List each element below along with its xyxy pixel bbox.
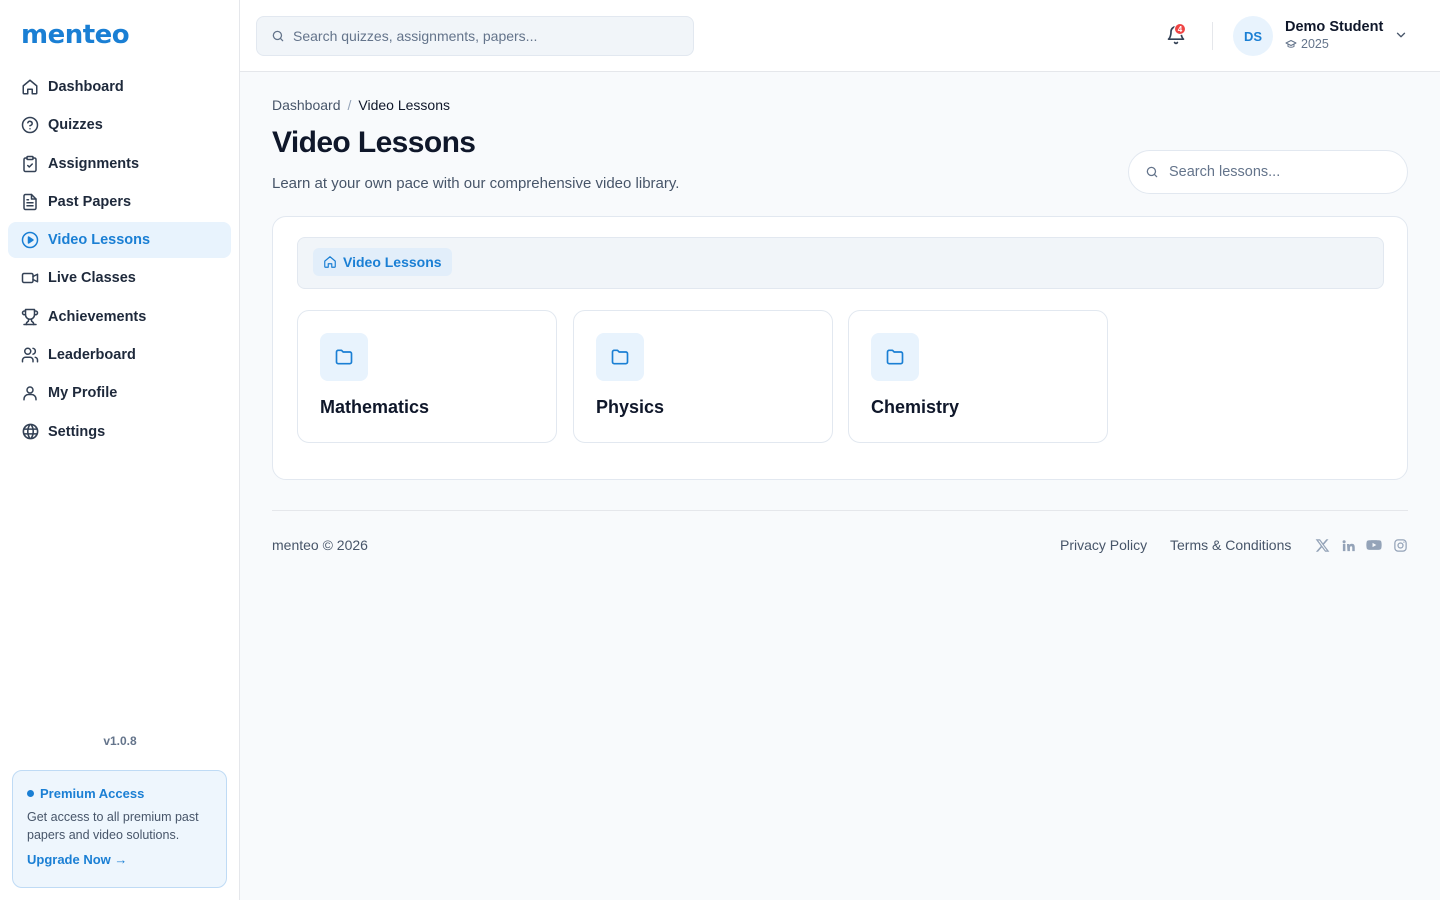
- sidebar-item-my-profile[interactable]: My Profile: [8, 375, 231, 411]
- notification-badge: 4: [1174, 23, 1186, 35]
- sidebar-item-label: Settings: [48, 423, 106, 440]
- sidebar-item-label: Past Papers: [48, 193, 132, 210]
- sidebar-item-label: Leaderboard: [48, 347, 136, 364]
- folder-icon: [871, 333, 919, 381]
- sidebar-item-label: Assignments: [48, 155, 140, 172]
- graduation-cap-icon: [1285, 38, 1297, 50]
- folder-root-chip[interactable]: Video Lessons: [313, 248, 452, 276]
- sidebar-nav: Dashboard Quizzes Assignments Past Paper…: [8, 69, 231, 452]
- lessons-panel: Video Lessons Mathematics Physics Chemis…: [272, 216, 1408, 480]
- user-menu-toggle[interactable]: [1394, 28, 1408, 42]
- topbar: 4 DS Demo Student 2025: [240, 0, 1440, 72]
- upgrade-now-link[interactable]: Upgrade Now →: [27, 852, 212, 867]
- sidebar-item-quizzes[interactable]: Quizzes: [8, 107, 231, 143]
- global-search-input[interactable]: [293, 28, 673, 44]
- play-circle-icon: [20, 230, 40, 250]
- chevron-down-icon: [1394, 28, 1408, 42]
- instagram-icon[interactable]: [1392, 537, 1408, 553]
- breadcrumb-current: Video Lessons: [358, 97, 450, 113]
- sidebar-item-label: Video Lessons: [48, 232, 151, 249]
- global-search[interactable]: [256, 16, 694, 56]
- clipboard-check-icon: [20, 154, 40, 174]
- premium-card: Premium Access Get access to all premium…: [12, 770, 227, 888]
- sidebar-item-achievements[interactable]: Achievements: [8, 299, 231, 335]
- premium-title: Premium Access: [27, 786, 212, 801]
- sidebar-item-label: Dashboard: [48, 79, 124, 95]
- lesson-search-input[interactable]: [1169, 164, 1389, 180]
- trophy-icon: [20, 307, 40, 327]
- subject-name: Chemistry: [871, 397, 960, 417]
- subject-card-mathematics[interactable]: Mathematics: [297, 310, 557, 443]
- user-name[interactable]: Demo Student: [1285, 19, 1383, 35]
- privacy-policy-link[interactable]: Privacy Policy: [1060, 537, 1147, 553]
- notifications-button[interactable]: 4: [1166, 23, 1188, 47]
- sidebar-item-label: Achievements: [48, 308, 147, 325]
- globe-icon: [20, 422, 40, 442]
- video-camera-icon: [20, 268, 40, 288]
- home-icon: [323, 255, 337, 269]
- subject-card-physics[interactable]: Physics: [573, 310, 833, 443]
- page-subtitle: Learn at your own pace with our comprehe…: [272, 175, 680, 192]
- sidebar-item-label: Quizzes: [48, 117, 103, 134]
- premium-title-text: Premium Access: [40, 786, 145, 801]
- topbar-divider: [1212, 22, 1213, 50]
- folder-breadcrumb-bar: Video Lessons: [297, 237, 1384, 289]
- sidebar-item-past-papers[interactable]: Past Papers: [8, 184, 231, 220]
- sidebar-item-settings[interactable]: Settings: [8, 414, 231, 450]
- youtube-icon[interactable]: [1366, 537, 1382, 553]
- footer-divider: [272, 510, 1408, 511]
- page-title: Video Lessons: [272, 126, 476, 159]
- sidebar-item-video-lessons[interactable]: Video Lessons: [8, 222, 231, 259]
- sidebar-item-label: My Profile: [48, 385, 118, 402]
- users-icon: [20, 345, 40, 365]
- folder-root-label: Video Lessons: [343, 254, 442, 270]
- file-text-icon: [20, 192, 40, 212]
- sidebar-item-assignments[interactable]: Assignments: [8, 146, 231, 182]
- breadcrumb-separator: /: [347, 97, 352, 113]
- terms-conditions-link[interactable]: Terms & Conditions: [1170, 537, 1291, 553]
- sidebar-item-label: Live Classes: [48, 270, 136, 287]
- sidebar: menteo Dashboard Quizzes Assignments Pas…: [0, 0, 240, 900]
- x-icon[interactable]: [1314, 537, 1330, 553]
- sidebar-item-live-classes[interactable]: Live Classes: [8, 260, 231, 296]
- footer-copyright: menteo © 2026: [272, 537, 368, 553]
- help-circle-icon: [20, 115, 40, 135]
- linkedin-icon[interactable]: [1340, 537, 1356, 553]
- home-icon: [20, 77, 40, 97]
- premium-dot-icon: [27, 790, 34, 797]
- app-version: v1.0.8: [103, 734, 137, 748]
- user-icon: [20, 383, 40, 403]
- avatar[interactable]: DS: [1233, 16, 1273, 56]
- breadcrumb-dashboard[interactable]: Dashboard: [272, 97, 341, 113]
- user-year-text: 2025: [1301, 37, 1329, 51]
- sidebar-item-dashboard[interactable]: Dashboard: [8, 69, 231, 105]
- subject-name: Physics: [596, 397, 665, 417]
- breadcrumb: Dashboard / Video Lessons: [272, 97, 450, 113]
- subject-name: Mathematics: [320, 397, 430, 417]
- folder-icon: [596, 333, 644, 381]
- subject-card-chemistry[interactable]: Chemistry: [848, 310, 1108, 443]
- user-year: 2025: [1285, 37, 1329, 51]
- folder-icon: [320, 333, 368, 381]
- lesson-search[interactable]: [1128, 150, 1408, 194]
- premium-description: Get access to all premium past papers an…: [27, 810, 199, 842]
- search-icon: [271, 29, 285, 43]
- logo[interactable]: menteo: [21, 20, 130, 50]
- sidebar-item-leaderboard[interactable]: Leaderboard: [8, 337, 231, 373]
- search-icon: [1145, 165, 1159, 179]
